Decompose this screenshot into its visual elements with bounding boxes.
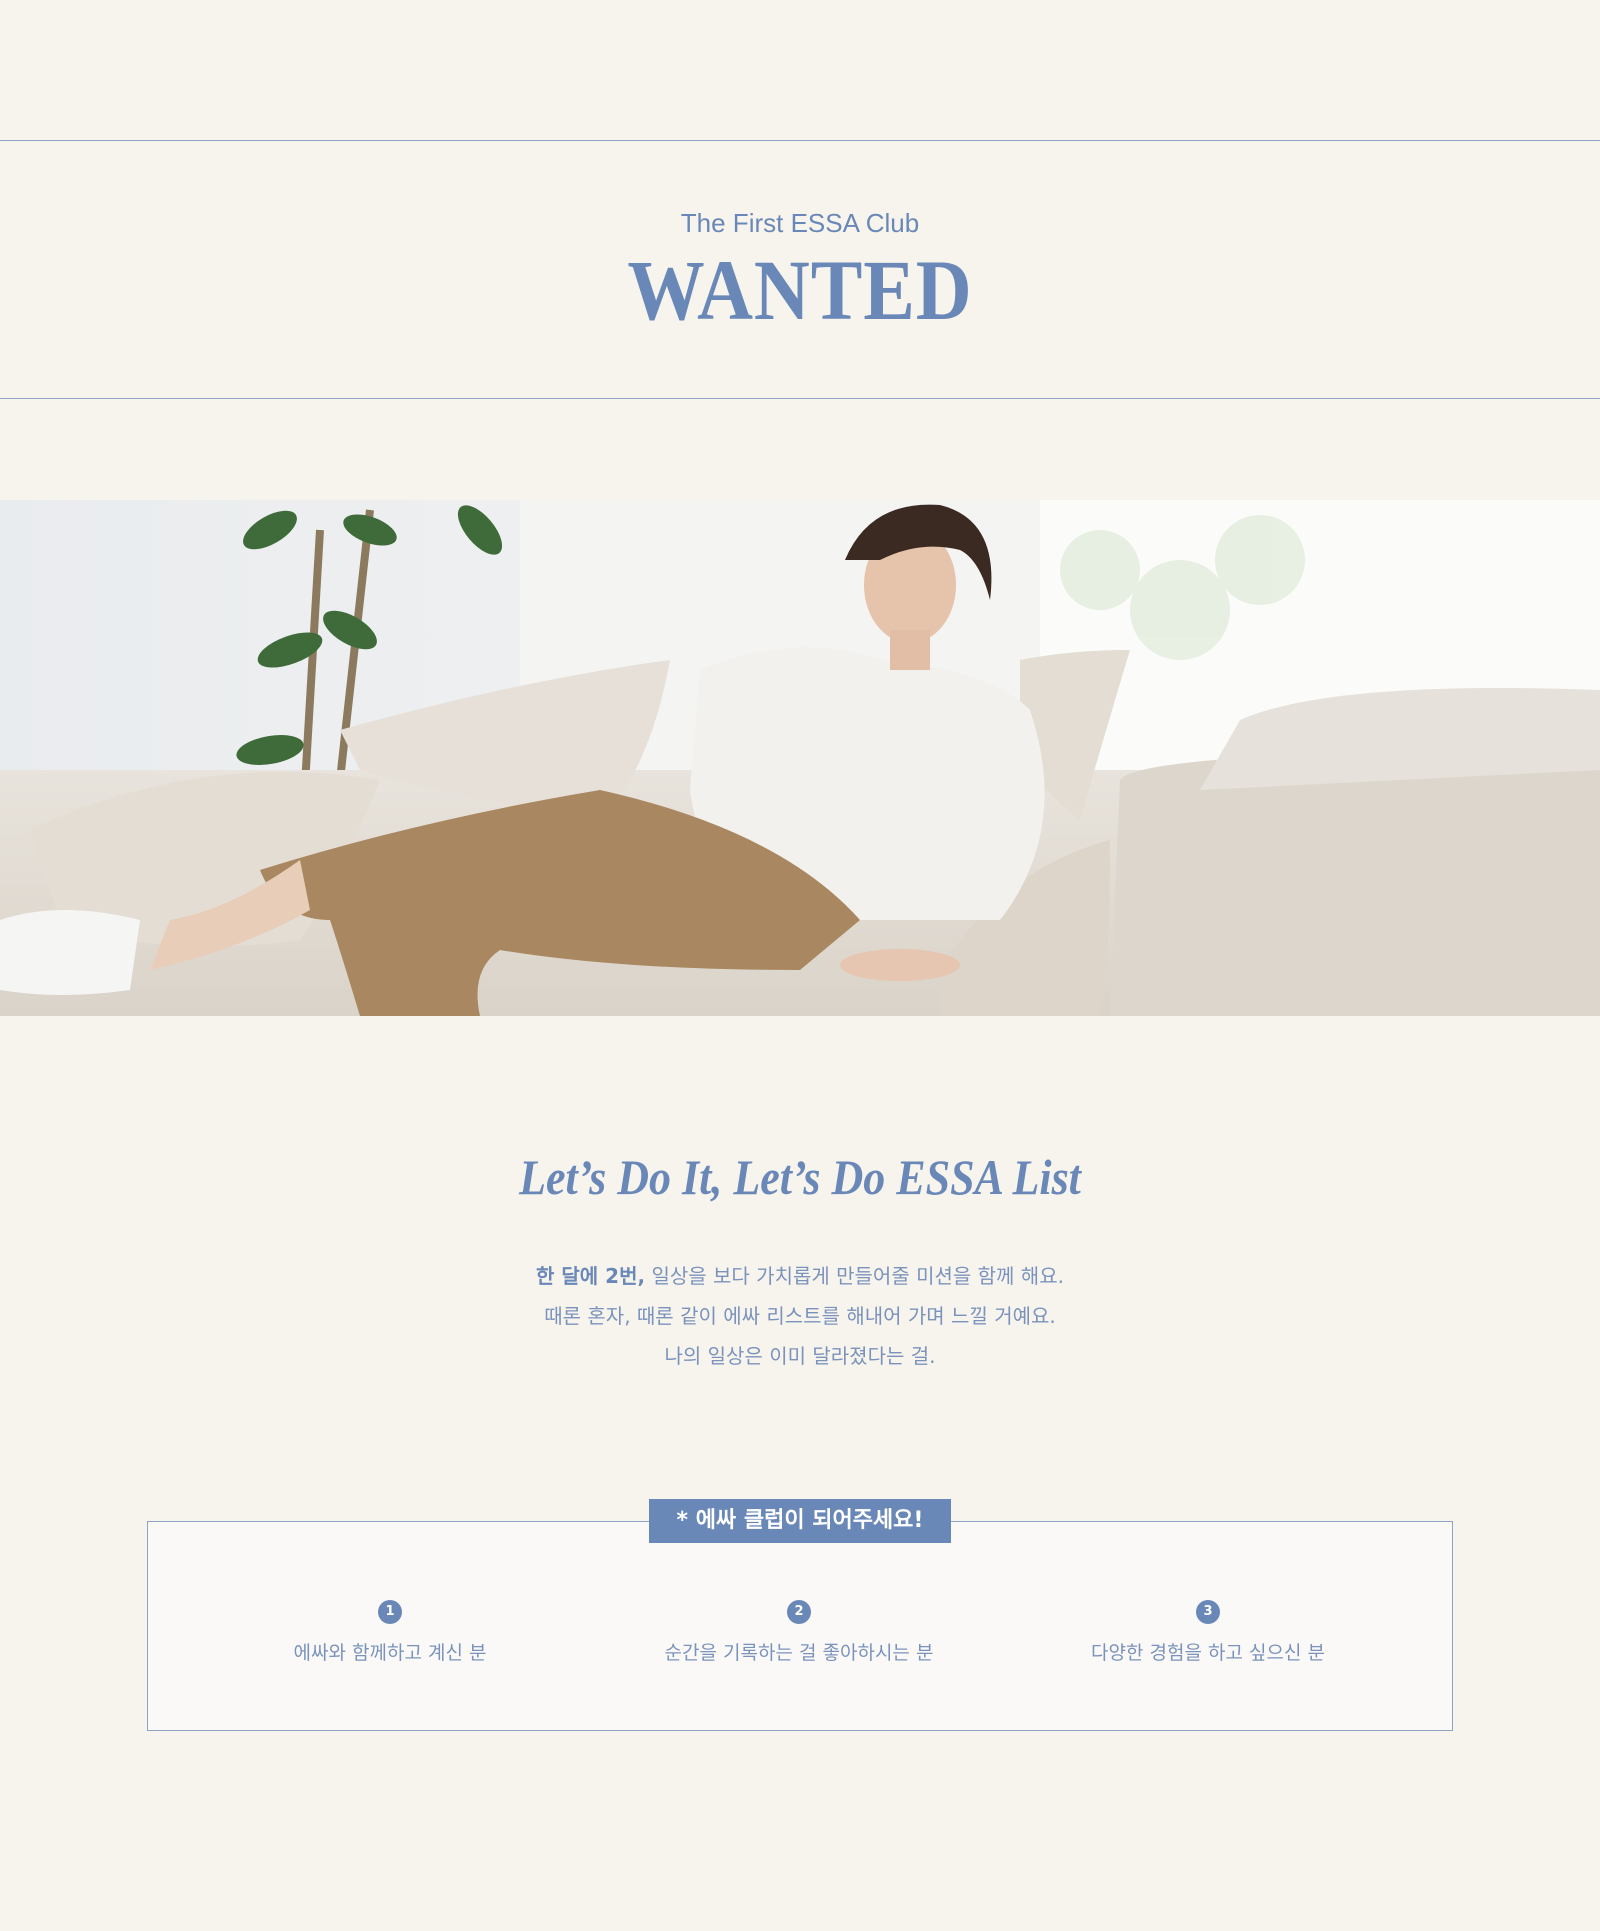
club-badge: * 에싸 클럽이 되어주세요! [649, 1499, 951, 1543]
criteria-label: 순간을 기록하는 걸 좋아하시는 분 [664, 1642, 934, 1664]
hero-photo [0, 500, 1600, 1016]
intro-highlight: 한 달에 2번, [536, 1264, 646, 1288]
intro-description: 한 달에 2번, 일상을 보다 가치롭게 만들어줄 미션을 함께 해요. 때론 … [0, 1256, 1600, 1376]
intro-line-3: 나의 일상은 이미 달라졌다는 걸. [664, 1344, 936, 1368]
club-subtitle: The First ESSA Club [680, 208, 920, 238]
criteria-item-1: 1 에싸와 함께하고 계신 분 [180, 1600, 600, 1665]
intro-line-1-rest: 일상을 보다 가치롭게 만들어줄 미션을 함께 해요. [645, 1264, 1064, 1288]
wanted-title: WANTED [627, 242, 973, 338]
criteria-item-2: 2 순간을 기록하는 걸 좋아하시는 분 [589, 1600, 1009, 1665]
intro-line-2: 때론 혼자, 때론 같이 에싸 리스트를 해내어 가며 느낄 거예요. [544, 1304, 1056, 1328]
bottom-divider [0, 398, 1600, 399]
criteria-item-3: 3 다양한 경험을 하고 싶으신 분 [998, 1600, 1418, 1665]
criteria-label: 다양한 경험을 하고 싶으신 분 [1091, 1642, 1325, 1664]
number-badge-icon: 1 [378, 1600, 402, 1624]
number-badge-icon: 3 [1196, 1600, 1220, 1624]
top-divider [0, 140, 1600, 141]
intro-line-1: 한 달에 2번, 일상을 보다 가치롭게 만들어줄 미션을 함께 해요. [0, 1256, 1600, 1296]
criteria-label: 에싸와 함께하고 계신 분 [293, 1642, 487, 1664]
tagline: Let’s Do It, Let’s Do ESSA List [519, 1149, 1081, 1205]
number-badge-icon: 2 [787, 1600, 811, 1624]
